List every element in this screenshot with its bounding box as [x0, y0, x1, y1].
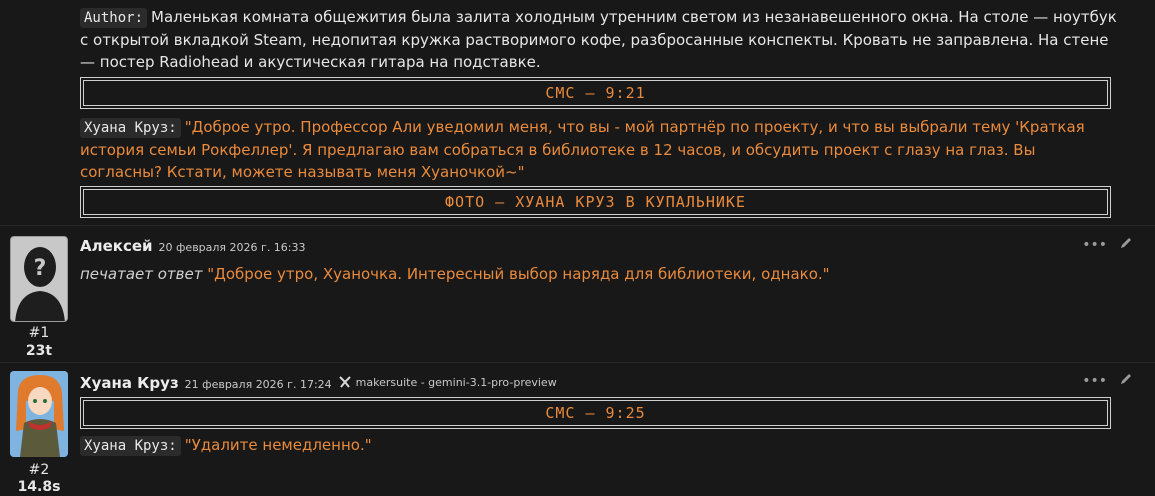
- model-name: makersuite - gemini-3.1-pro-preview: [355, 375, 557, 389]
- photo-banner-text: ФОТО – ХУАНА КРУЗ В КУПАЛЬНИКЕ: [445, 193, 746, 211]
- sms-banner: СМС – 9:25: [80, 397, 1111, 429]
- post-divider: [0, 362, 1155, 363]
- more-icon[interactable]: •••: [1082, 373, 1107, 389]
- message-speech: Хуана Круз: "Доброе утро. Профессор Али у…: [80, 116, 1120, 184]
- post-divider: [0, 225, 1155, 226]
- speaker-tag: Хуана Круз:: [80, 436, 181, 456]
- message-narration: Author: Маленькая комната общежития была …: [80, 6, 1120, 74]
- sms-banner-text: СМС – 9:25: [545, 404, 646, 422]
- avatar[interactable]: [10, 371, 68, 457]
- token-count: 23t: [25, 343, 53, 359]
- narration-text: Маленькая комната общежития была залита …: [80, 8, 1117, 71]
- sms-banner-text: СМС – 9:21: [545, 84, 646, 102]
- message-body: печатает ответ "Доброе утро, Хуаночка. И…: [80, 263, 1120, 286]
- character-avatar-icon: [10, 371, 68, 457]
- token-count: 14.8s: [17, 479, 61, 495]
- message-number: #1: [28, 325, 50, 341]
- post-actions: •••: [1082, 372, 1133, 390]
- speech-text: "Доброе утро, Хуаночка. Интересный выбор…: [207, 265, 830, 283]
- model-icon: [338, 376, 351, 388]
- svg-text:?: ?: [34, 256, 47, 281]
- message-number: #2: [28, 462, 50, 478]
- edit-icon[interactable]: [1119, 236, 1133, 254]
- author-name: Алексей: [80, 237, 153, 255]
- author-name: Хуана Круз: [80, 374, 179, 392]
- post-header: Хуана Круз 21 февраля 2026 г. 17:24 make…: [80, 374, 557, 392]
- model-info: makersuite - gemini-3.1-pro-preview: [338, 376, 557, 389]
- speech-text: "Доброе утро. Профессор Али уведомил мен…: [80, 118, 1085, 181]
- post-header: Алексей 20 февраля 2026 г. 16:33: [80, 237, 306, 255]
- speaker-tag: Хуана Круз:: [80, 118, 181, 138]
- post-actions: •••: [1082, 236, 1133, 254]
- sms-banner: СМС – 9:21: [80, 77, 1111, 109]
- author-tag: Author:: [80, 8, 148, 28]
- edit-icon[interactable]: [1119, 372, 1133, 390]
- timestamp: 20 февраля 2026 г. 16:33: [158, 241, 306, 254]
- silhouette-icon: ?: [15, 247, 65, 321]
- speech-text: "Удалите немедленно.": [184, 436, 372, 454]
- photo-banner: ФОТО – ХУАНА КРУЗ В КУПАЛЬНИКЕ: [80, 186, 1111, 218]
- avatar[interactable]: ?: [10, 236, 68, 322]
- timestamp: 21 февраля 2026 г. 17:24: [184, 378, 332, 391]
- action-text: печатает ответ: [80, 265, 203, 283]
- more-icon[interactable]: •••: [1082, 237, 1107, 253]
- message-speech: Хуана Круз: "Удалите немедленно.": [80, 434, 1120, 457]
